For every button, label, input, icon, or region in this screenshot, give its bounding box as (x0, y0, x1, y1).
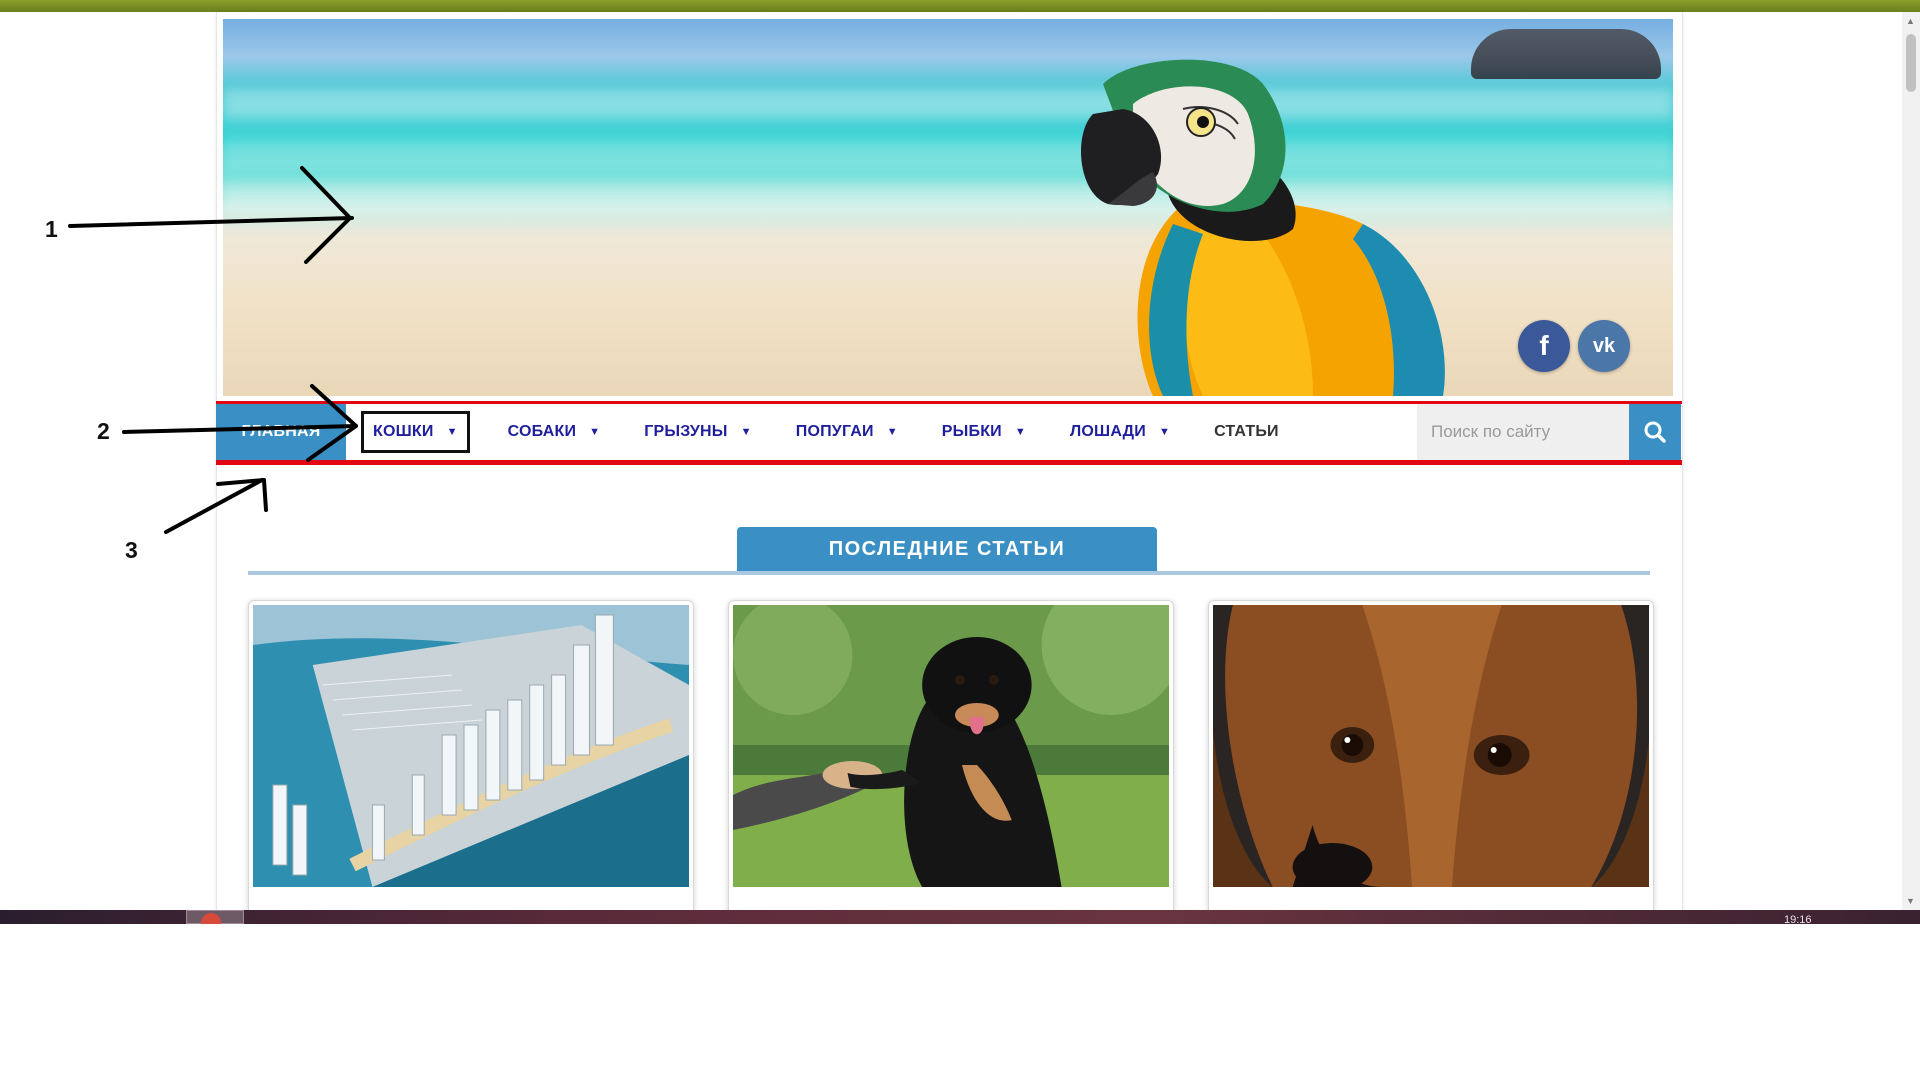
article-card[interactable] (728, 600, 1174, 920)
article-thumbnail[interactable] (253, 605, 689, 887)
annotation-label-1: 1 (45, 216, 58, 242)
vk-icon: vk (1592, 334, 1616, 357)
search-button[interactable] (1629, 404, 1681, 460)
scroll-up-icon[interactable]: ▲ (1906, 16, 1915, 26)
nav-item-parrots[interactable]: ПОПУГАИ ▼ (774, 404, 920, 460)
taskbar-clock: 19:16 (1784, 914, 1812, 924)
nav-item-label: ЛОШАДИ (1069, 423, 1146, 440)
browser-app-icon (201, 913, 221, 924)
nav-item-articles[interactable]: СТАТЬИ (1192, 404, 1301, 460)
caret-down-icon: ▼ (1014, 426, 1026, 438)
annotation-label-2: 2 (97, 418, 110, 444)
caret-down-icon: ▼ (589, 426, 601, 438)
top-decorative-strip (0, 0, 1920, 12)
nav-menu: ГЛАВНАЯ КОШКИ ▼ СОБАКИ ▼ ГРЫЗУНЫ ▼ ПОПУГ… (216, 404, 1301, 460)
nav-item-label: ГЛАВНАЯ (241, 423, 321, 440)
section-title: ПОСЛЕДНИЕ СТАТЬИ (737, 527, 1157, 572)
nav-item-label: РЫБКИ (941, 423, 1002, 440)
vk-button[interactable]: vk (1578, 320, 1630, 372)
taskbar-app-button[interactable] (186, 910, 244, 924)
search-input[interactable] (1417, 404, 1629, 460)
page-scrollbar[interactable]: ▲ ▼ (1902, 12, 1920, 910)
search-icon (1644, 421, 1666, 443)
caret-down-icon: ▼ (740, 426, 752, 438)
caret-down-icon: ▼ (1158, 426, 1171, 438)
annotation-label-3: 3 (125, 537, 138, 563)
caret-down-icon: ▼ (886, 426, 898, 438)
nav-item-fish[interactable]: РЫБКИ ▼ (920, 404, 1048, 460)
parrot-image (1081, 59, 1445, 396)
beagle-image (1213, 605, 1649, 887)
section-divider (248, 571, 1650, 575)
nav-item-home[interactable]: ГЛАВНАЯ (216, 404, 346, 460)
nav-item-label: ПОПУГАИ (795, 423, 874, 440)
article-card[interactable] (248, 600, 694, 920)
header-banner: f vk (223, 19, 1673, 396)
caret-down-icon: ▼ (446, 426, 458, 438)
main-navigation: ГЛАВНАЯ КОШКИ ▼ СОБАКИ ▼ ГРЫЗУНЫ ▼ ПОПУГ… (216, 401, 1682, 465)
facebook-button[interactable]: f (1518, 320, 1570, 372)
dog-paw-shake-image (733, 605, 1169, 887)
aerial-marina-image (253, 605, 689, 887)
article-card[interactable] (1208, 600, 1654, 920)
nav-item-rodents[interactable]: ГРЫЗУНЫ ▼ (622, 404, 774, 460)
scrollbar-thumb[interactable] (1906, 34, 1916, 92)
nav-item-label: КОШКИ (373, 423, 434, 440)
article-thumbnail[interactable] (733, 605, 1169, 887)
article-thumbnail[interactable] (1213, 605, 1649, 887)
scroll-down-icon[interactable]: ▼ (1906, 896, 1915, 906)
nav-item-dogs[interactable]: СОБАКИ ▼ (486, 404, 623, 460)
search-form (1417, 404, 1681, 460)
facebook-icon: f (1539, 330, 1549, 361)
os-taskbar: 19:16 (0, 910, 1920, 924)
nav-item-cats[interactable]: КОШКИ ▼ (361, 411, 470, 453)
nav-item-label: СТАТЬИ (1214, 423, 1279, 440)
nav-item-horses[interactable]: ЛОШАДИ ▼ (1048, 404, 1192, 460)
browser-viewport: f vk ГЛАВНАЯ КОШКИ ▼ СОБАКИ ▼ ГРЫЗУНЫ ▼ (0, 0, 1920, 1080)
nav-item-label: ГРЫЗУНЫ (644, 423, 728, 440)
nav-item-label: СОБАКИ (507, 423, 577, 440)
